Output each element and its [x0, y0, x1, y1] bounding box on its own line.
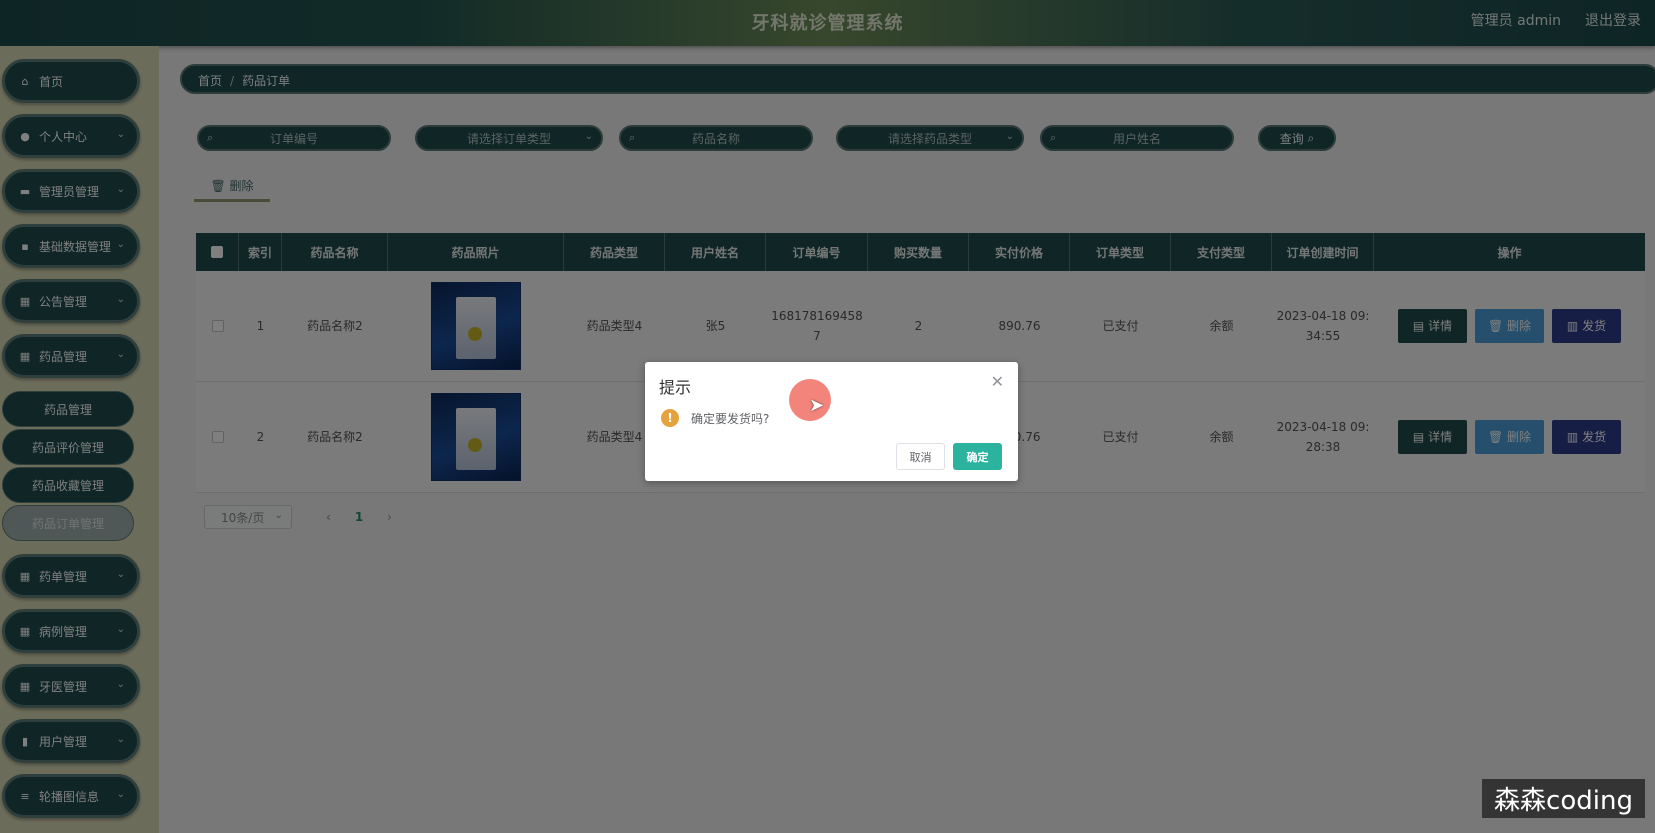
confirm-button[interactable]: 确定 [953, 443, 1002, 470]
close-icon[interactable]: ✕ [991, 372, 1004, 391]
cancel-button[interactable]: 取消 [896, 443, 945, 470]
warning-icon: ! [661, 409, 679, 427]
watermark: 森森coding [1482, 779, 1645, 818]
dialog-title: 提示 [659, 378, 692, 397]
dialog-message: 确定要发货吗? [691, 412, 770, 426]
mouse-cursor-icon: ➤ [809, 395, 825, 416]
confirm-dialog: 提示 ✕ ! 确定要发货吗? 取消 确定 [645, 362, 1018, 481]
